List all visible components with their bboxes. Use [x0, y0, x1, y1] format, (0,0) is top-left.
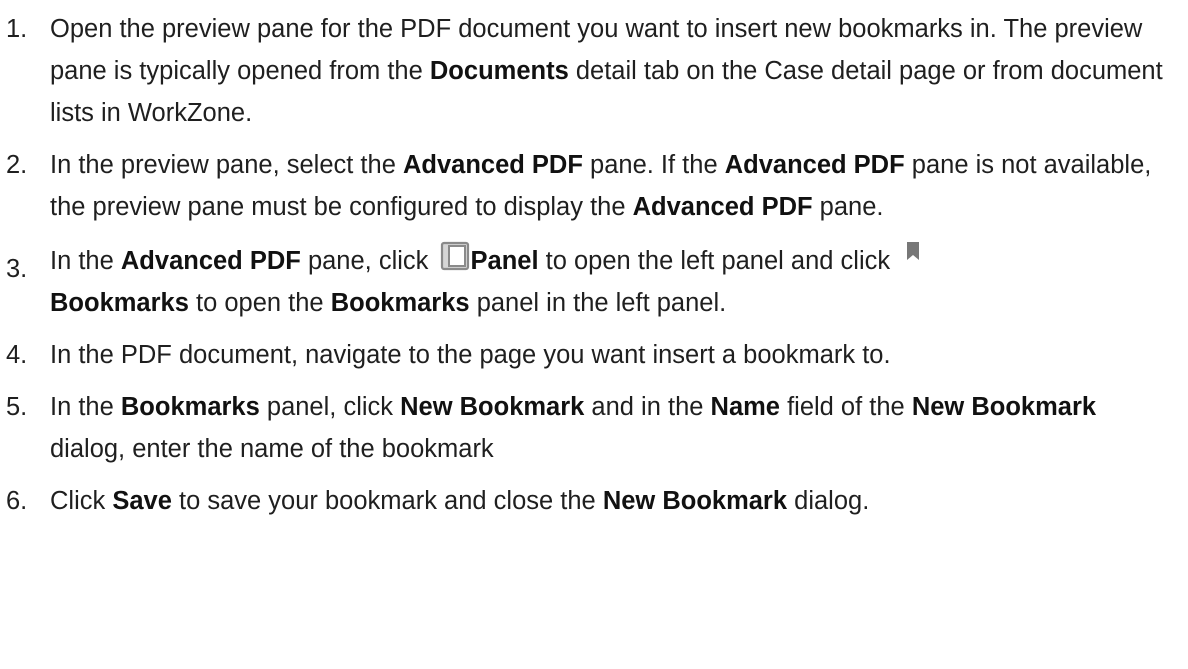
list-item: 3. In the Advanced PDF pane, click Panel … — [0, 240, 1188, 324]
ui-term: Advanced PDF — [402, 151, 583, 179]
ui-term: New Bookmark — [911, 393, 1097, 421]
step-text-run: panel in the left panel. — [469, 289, 727, 317]
step-text-run: field of the — [779, 393, 912, 421]
step-text-run: pane, click — [300, 247, 436, 275]
step-text: In the Bookmarks panel, click New Bookma… — [50, 393, 1096, 463]
instruction-steps: 1. Open the preview pane for the PDF docu… — [0, 8, 1188, 522]
step-text: Open the preview pane for the PDF docume… — [50, 15, 1163, 127]
step-text-run: dialog. — [787, 487, 870, 515]
ui-term: New Bookmark — [400, 393, 585, 421]
bookmark-icon — [907, 242, 920, 260]
ui-term: Bookmarks — [330, 289, 470, 317]
step-text: In the preview pane, select the Advanced… — [50, 151, 1151, 221]
step-text-run: pane. — [812, 193, 884, 221]
ui-term: Name — [710, 393, 780, 421]
step-number: 4. — [6, 341, 28, 369]
ui-term: Bookmarks — [120, 393, 260, 421]
list-item: 6. Click Save to save your bookmark and c… — [0, 480, 1188, 522]
ui-term: Panel — [470, 247, 539, 275]
ui-term: Documents — [429, 57, 569, 85]
step-number: 2. — [6, 151, 28, 179]
list-item: 1. Open the preview pane for the PDF docu… — [0, 8, 1188, 134]
step-text-run: In the PDF document, navigate to the pag… — [50, 341, 891, 369]
list-item: 2. In the preview pane, select the Advanc… — [0, 144, 1188, 228]
ui-term: New Bookmark — [602, 487, 788, 515]
ui-term: Advanced PDF — [120, 247, 301, 275]
list-item: 5. In the Bookmarks panel, click New Book… — [0, 386, 1188, 470]
list-item: 4. In the PDF document, navigate to the p… — [0, 334, 1188, 376]
ui-term: Save — [112, 487, 172, 515]
step-number: 3. — [6, 255, 28, 283]
step-text-run: In the — [50, 393, 121, 421]
step-text: In the Advanced PDF pane, click Panel to… — [50, 241, 921, 317]
step-number: 1. — [6, 15, 28, 43]
step-text-run: and in the — [584, 393, 711, 421]
ui-term: Advanced PDF — [724, 151, 905, 179]
step-text-run: to open the — [188, 289, 331, 317]
step-text-run: to open the left panel and click — [538, 247, 898, 275]
step-text-run: In the — [50, 247, 121, 275]
step-text-run: Click — [50, 487, 113, 515]
step-text: In the PDF document, navigate to the pag… — [50, 341, 891, 369]
panel-icon — [440, 241, 469, 271]
step-text: Click Save to save your bookmark and clo… — [50, 487, 869, 515]
ui-term: Bookmarks — [50, 289, 189, 317]
step-text-run: pane. If the — [582, 151, 725, 179]
ui-term: Advanced PDF — [632, 193, 813, 221]
step-number: 5. — [6, 393, 28, 421]
step-text-run: to save your bookmark and close the — [171, 487, 603, 515]
step-text-run: panel, click — [259, 393, 401, 421]
step-number: 6. — [6, 487, 28, 515]
step-text-run: dialog, enter the name of the bookmark — [50, 435, 494, 463]
step-text-run: In the preview pane, select the — [50, 151, 403, 179]
